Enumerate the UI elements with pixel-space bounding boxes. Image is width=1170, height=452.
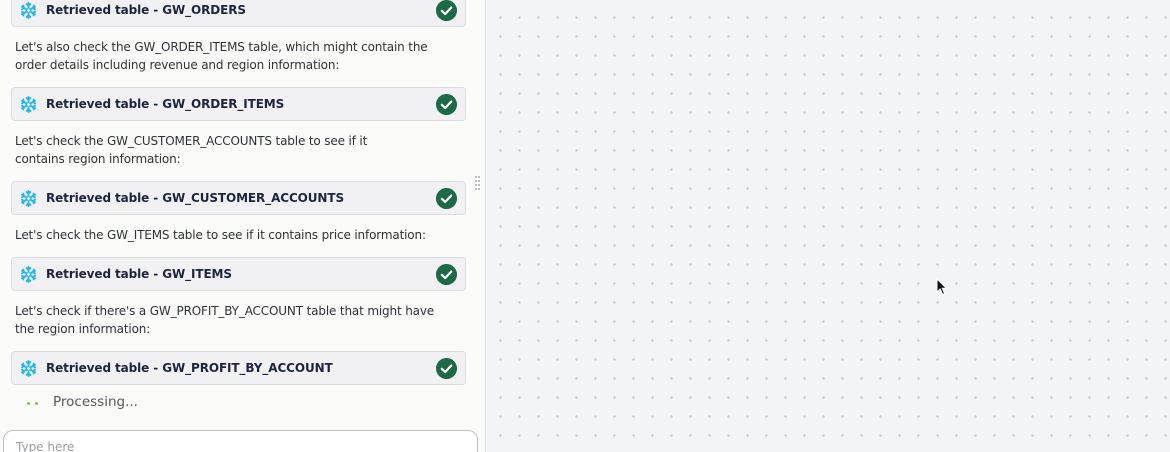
processing-label: Processing...	[53, 394, 138, 410]
check-circle-icon	[436, 188, 457, 209]
tool-call-title: Retrieved table - GW_ORDERS	[46, 3, 246, 17]
assistant-message: Let's check if there's a GW_PROFIT_BY_AC…	[15, 304, 435, 336]
chat-input-box[interactable]	[3, 430, 478, 452]
check-circle-icon	[436, 0, 457, 21]
snowflake-icon	[21, 190, 36, 207]
chat-panel: Retrieved table - GW_ORDERS Let's also c…	[0, 0, 486, 452]
tool-call-title: Retrieved table - GW_ORDER_ITEMS	[46, 97, 285, 111]
tool-call-title: Retrieved table - GW_PROFIT_BY_ACCOUNT	[46, 361, 333, 375]
snowflake-icon	[21, 360, 36, 377]
tool-call-card-gw-items[interactable]: Retrieved table - GW_ITEMS	[11, 257, 466, 291]
tool-call-card-gw-profit-by-account[interactable]: Retrieved table - GW_PROFIT_BY_ACCOUNT	[11, 351, 466, 385]
snowflake-icon	[21, 266, 36, 283]
canvas-area[interactable]	[487, 0, 1170, 452]
check-circle-icon	[436, 264, 457, 285]
assistant-message: Let's check the GW_ITEMS table to see if…	[15, 228, 426, 242]
tool-call-title: Retrieved table - GW_ITEMS	[46, 267, 232, 281]
check-circle-icon	[436, 94, 457, 115]
check-circle-icon	[436, 358, 457, 379]
loading-dot-icon	[35, 402, 38, 405]
assistant-message: Let's also check the GW_ORDER_ITEMS tabl…	[15, 40, 428, 72]
mouse-cursor-icon	[936, 278, 948, 296]
tool-call-card-gw-orders[interactable]: Retrieved table - GW_ORDERS	[11, 0, 466, 27]
tool-call-card-gw-order-items[interactable]: Retrieved table - GW_ORDER_ITEMS	[11, 87, 466, 121]
snowflake-icon	[21, 2, 36, 19]
snowflake-icon	[21, 96, 36, 113]
drag-handle-icon[interactable]	[475, 176, 481, 190]
tool-call-title: Retrieved table - GW_CUSTOMER_ACCOUNTS	[46, 191, 344, 205]
chat-input[interactable]	[16, 440, 456, 452]
loading-dot-icon	[27, 402, 30, 405]
tool-call-card-gw-customer-accounts[interactable]: Retrieved table - GW_CUSTOMER_ACCOUNTS	[11, 181, 466, 215]
assistant-message: Let's check the GW_CUSTOMER_ACCOUNTS tab…	[15, 134, 368, 166]
